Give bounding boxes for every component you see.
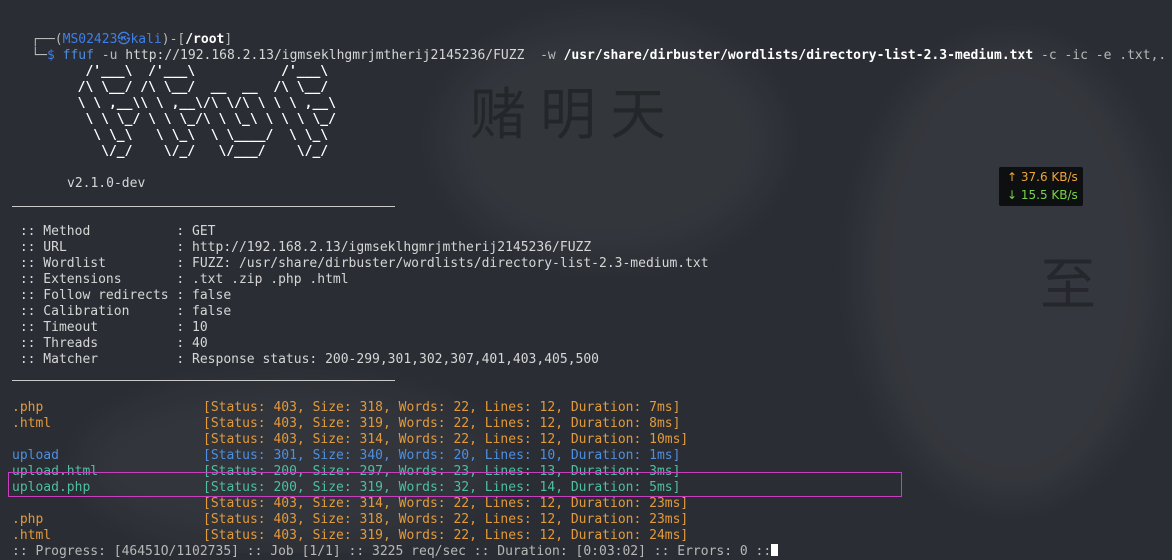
config-row: :: Threads : 40 (12, 336, 208, 352)
download-speed: ↓ 15.5 KB/s (1007, 188, 1078, 202)
divider (12, 380, 395, 381)
selection-highlight-box (8, 472, 902, 497)
config-key: :: Timeout : (12, 320, 185, 335)
config-key: :: Extensions : (12, 272, 185, 287)
command-line[interactable]: └─$ ffuf -u http://192.168.2.13/igmseklh… (0, 32, 1166, 63)
config-row: :: URL : http://192.168.2.13/igmseklhgmr… (12, 240, 591, 256)
config-value: 40 (184, 336, 208, 351)
config-row: :: Matcher : Response status: 200-299,30… (12, 352, 599, 368)
result-status: [Status: 403, Size: 319, Words: 22, Line… (203, 416, 681, 431)
progress-text: :: Progress: [46451O/1102735] :: Job [1/… (12, 544, 772, 559)
command-flag-w: -w (540, 48, 556, 63)
config-key: :: URL : (12, 240, 185, 255)
terminal-window[interactable]: ┌──(MS02423㉿kali)-[/root] └─$ ffuf -u ht… (0, 0, 1172, 559)
config-value: 10 (184, 320, 208, 335)
config-value: false (184, 304, 232, 319)
config-row: :: Follow redirects : false (12, 288, 231, 304)
prompt-line: ┌──(MS02423㉿kali)-[/root] (0, 16, 232, 47)
command-url: http://192.168.2.13/igmseklhgmrjmtherij2… (125, 48, 525, 63)
banner-art-line: \ \ ,__\\ \ ,__\/\ \/\ \ \ \ ,__\ (62, 96, 336, 111)
config-key: :: Calibration : (12, 304, 185, 319)
result-status: [Status: 403, Size: 314, Words: 22, Line… (203, 496, 689, 511)
network-monitor-widget[interactable]: ↑ 37.6 KB/s ↓ 15.5 KB/s (999, 167, 1083, 206)
config-row: :: Calibration : false (12, 304, 231, 320)
prompt-corner-bottom: └─ (31, 48, 47, 63)
config-value: .txt .zip .php .html (184, 272, 349, 287)
config-value: false (184, 288, 232, 303)
banner-art-line: \/_/ \/_/ \/___/ \/_/ (62, 144, 329, 159)
result-status: [Status: 403, Size: 318, Words: 22, Line… (203, 512, 689, 527)
banner-art-line: /'___\ /'___\ /'___\ (62, 64, 329, 79)
result-status: [Status: 403, Size: 318, Words: 22, Line… (203, 400, 681, 415)
command-wordlist: /usr/share/dirbuster/wordlists/directory… (563, 48, 1034, 63)
version-label: v2.1.0-dev (67, 176, 146, 191)
progress-line: :: Progress: [46451O/1102735] :: Job [1/… (12, 544, 779, 560)
config-value: Response status: 200-299,301,302,307,401… (184, 352, 600, 367)
result-status: [Status: 301, Size: 340, Words: 20, Line… (203, 448, 681, 463)
result-status: [Status: 403, Size: 314, Words: 22, Line… (203, 432, 689, 447)
result-status: [Status: 403, Size: 319, Words: 22, Line… (203, 528, 689, 543)
result-name: upload (12, 448, 59, 463)
banner-art-line: \ \ \_/ \ \ \_/\ \ \_\ \ \ \ \_/ (62, 112, 336, 127)
banner-art-line: /\ \__/ /\ \__/ __ __ /\ \__/ (62, 80, 329, 95)
config-value: GET (184, 224, 216, 239)
command-bin: ffuf (62, 48, 94, 63)
result-name: .html (12, 416, 52, 431)
config-row: :: Wordlist : FUZZ: /usr/share/dirbuster… (12, 256, 709, 272)
config-value: http://192.168.2.13/igmseklhgmrjmtherij2… (184, 240, 592, 255)
result-name: .php (12, 512, 44, 527)
config-value: FUZZ: /usr/share/dirbuster/wordlists/dir… (184, 256, 709, 271)
config-key: :: Follow redirects : (12, 288, 185, 303)
config-key: :: Method : (12, 224, 185, 239)
config-row: :: Extensions : .txt .zip .php .html (12, 272, 349, 288)
prompt-dollar: $ (46, 48, 55, 63)
command-flags: -c -ic -e .txt,. (1041, 48, 1167, 63)
result-name: .php (12, 400, 44, 415)
config-row: :: Timeout : 10 (12, 320, 208, 336)
upload-speed: ↑ 37.6 KB/s (1007, 170, 1078, 184)
command-flag-u: -u (101, 48, 118, 63)
config-key: :: Matcher : (12, 352, 185, 367)
config-key: :: Threads : (12, 336, 185, 351)
text-cursor (771, 544, 779, 556)
divider (12, 206, 395, 207)
result-name: .html (12, 528, 52, 543)
config-key: :: Wordlist : (12, 256, 185, 271)
config-row: :: Method : GET (12, 224, 216, 240)
banner-art-line: \ \_\ \ \_\ \ \____/ \ \_\ (62, 128, 329, 143)
